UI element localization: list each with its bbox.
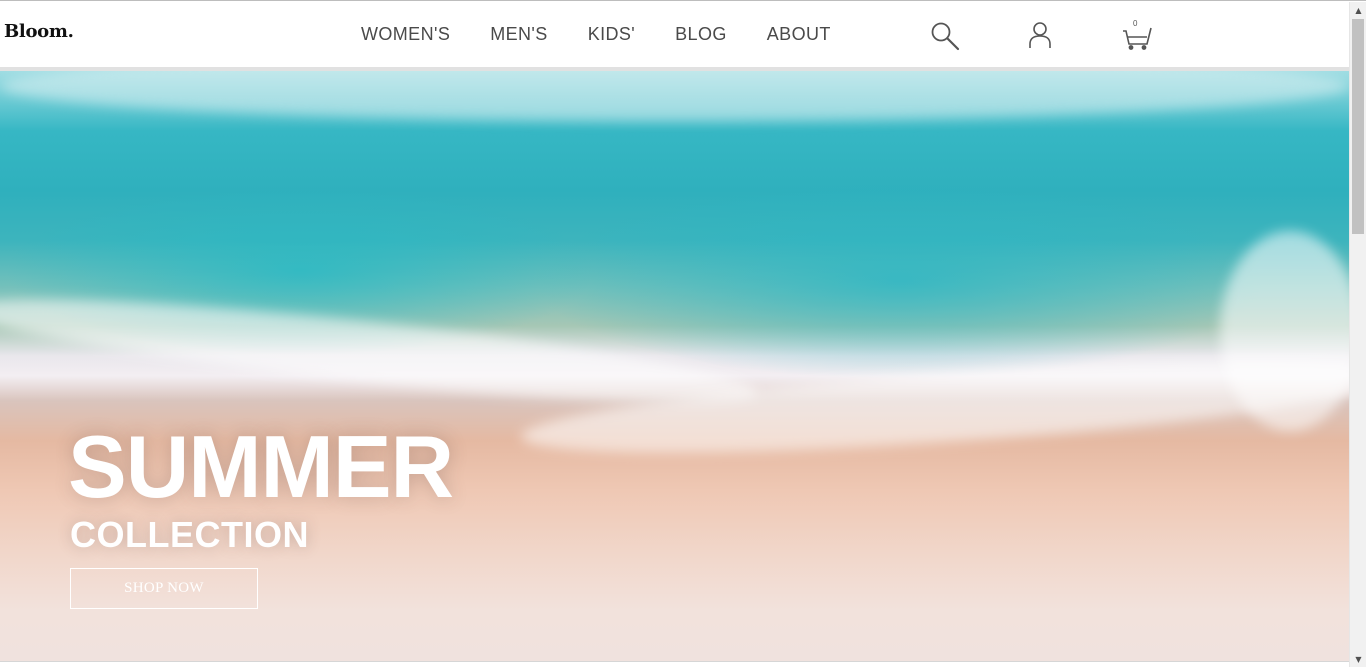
scroll-down-arrow-icon[interactable]: ▼ [1350,651,1366,667]
main-nav: WOMEN'S MEN'S KIDS' BLOG ABOUT [361,23,831,45]
brand-logo[interactable]: Bloom. [4,21,74,42]
page: Bloom. WOMEN'S MEN'S KIDS' BLOG ABOUT 0 … [0,0,1366,667]
nav-item-about[interactable]: ABOUT [767,23,831,45]
hero-title: SUMMER [68,417,454,516]
hero-foam [0,71,1349,121]
nav-item-blog[interactable]: BLOG [675,23,727,45]
shop-now-button[interactable]: SHOP NOW [70,568,258,609]
nav-item-kids[interactable]: KIDS' [588,23,635,45]
hero-subtitle: COLLECTION [70,514,309,555]
nav-item-mens[interactable]: MEN'S [490,23,547,45]
scroll-up-arrow-icon[interactable]: ▲ [1350,2,1366,19]
hero-banner: SUMMER COLLECTION SHOP NOW [0,71,1349,661]
hero-foam [0,279,761,423]
search-icon[interactable] [929,20,961,52]
hero-foam [1220,231,1349,431]
site-header: Bloom. WOMEN'S MEN'S KIDS' BLOG ABOUT 0 [0,2,1349,67]
page-scrollbar[interactable]: ▲ ▼ [1349,2,1366,667]
next-section-edge [0,661,1349,667]
cart-icon[interactable]: 0 [1121,19,1153,52]
cart-count-badge: 0 [1133,19,1138,28]
scrollbar-thumb[interactable] [1352,19,1364,234]
nav-item-womens[interactable]: WOMEN'S [361,23,450,45]
user-icon[interactable] [1024,20,1056,52]
